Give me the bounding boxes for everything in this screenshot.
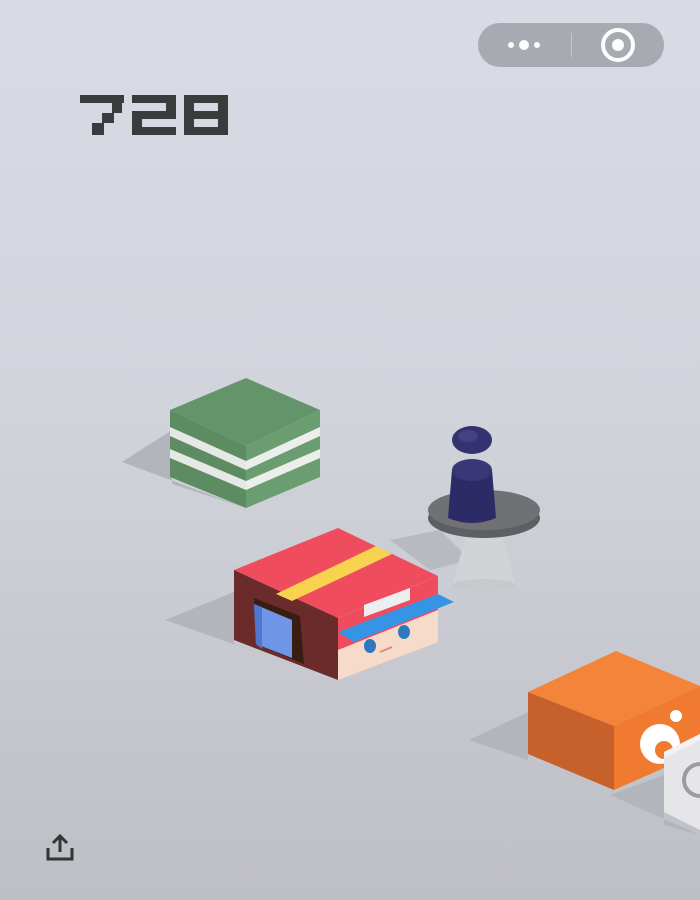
score-digit — [132, 95, 176, 135]
share-button[interactable] — [44, 832, 76, 864]
share-upload-icon — [46, 833, 74, 861]
ellipsis-icon — [508, 40, 540, 50]
score-display: 728 — [80, 95, 228, 135]
game-scene — [122, 378, 700, 835]
score-digit — [184, 95, 228, 135]
more-button[interactable] — [478, 23, 571, 67]
score-digit — [80, 95, 124, 135]
target-ring-icon — [601, 28, 635, 62]
capsule-menu — [478, 23, 664, 67]
player-pawn — [448, 426, 496, 523]
close-button[interactable] — [572, 23, 664, 67]
